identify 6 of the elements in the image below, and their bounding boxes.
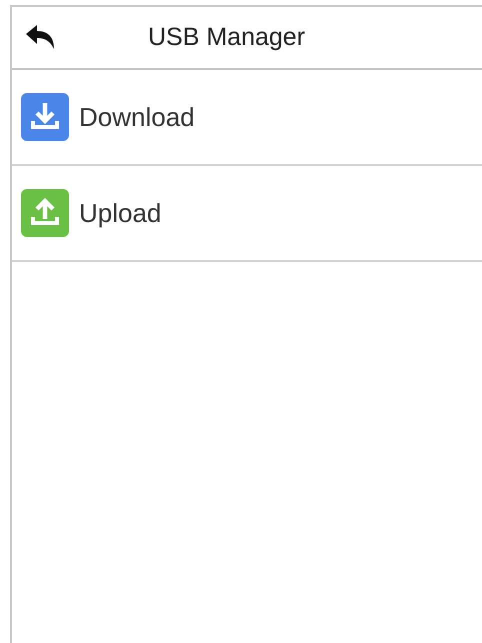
- menu-item[interactable]: Upload: [12, 166, 482, 262]
- menu-item[interactable]: Download: [12, 70, 482, 166]
- back-icon[interactable]: [26, 24, 56, 50]
- header-title: USB Manager: [148, 22, 306, 53]
- menu-item-label: Download: [79, 100, 195, 134]
- menu-item-label: Upload: [79, 196, 162, 230]
